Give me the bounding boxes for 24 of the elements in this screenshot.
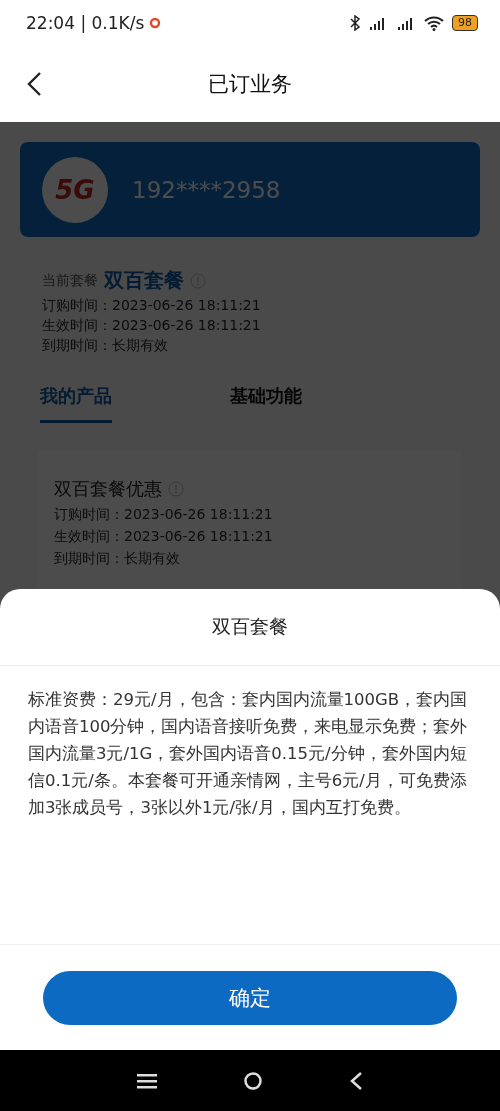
plan-detail: 订购时间：2023-06-26 18:11:21: [42, 296, 262, 314]
plan-detail: 到期时间：长期有效: [42, 336, 169, 354]
plan-description: 标准资费：29元/月，包含：套内国内流量100GB，套内国内语音100分钟，国内语音接听免费，来电显示免费；套外国内流量3元/1G，套外国内语音0.15元/分钟，套外国内短信0.1元/条。本套餐可开通亲情网，主号6元/月，可免费添加3张成员号，3张以外1元/张/月，国内互打免费。: [0, 666, 500, 945]
tab[interactable]: 基础功能: [230, 384, 302, 423]
product-detail: 订购时间：2023-06-26 18:11:21: [54, 505, 274, 523]
product-detail: 到期时间：长期有效: [54, 549, 181, 567]
product-detail: 生效时间：2023-06-26 18:11:21: [54, 527, 274, 545]
status-time: 22:04 | 0.1K/s: [26, 12, 145, 33]
logo: 5G: [42, 156, 108, 223]
record-icon: [149, 16, 162, 29]
sheet-title: 双百套餐: [0, 589, 500, 666]
page-title: 已订业务: [208, 70, 292, 98]
bluetooth-icon: [350, 14, 360, 31]
product-name: 双百套餐优惠: [54, 477, 162, 501]
battery-level: 98: [452, 14, 478, 31]
menu-icon[interactable]: [137, 1072, 157, 1089]
tab[interactable]: 我的产品: [40, 384, 112, 423]
confirm-button[interactable]: 确定: [43, 971, 457, 1025]
back-icon[interactable]: [26, 71, 42, 97]
phone-number: 192****2958: [132, 176, 281, 203]
wifi-icon: [424, 14, 444, 31]
home-icon[interactable]: [243, 1070, 263, 1091]
plan-detail: 生效时间：2023-06-26 18:11:21: [42, 316, 262, 334]
plan-name: 双百套餐: [104, 267, 184, 294]
